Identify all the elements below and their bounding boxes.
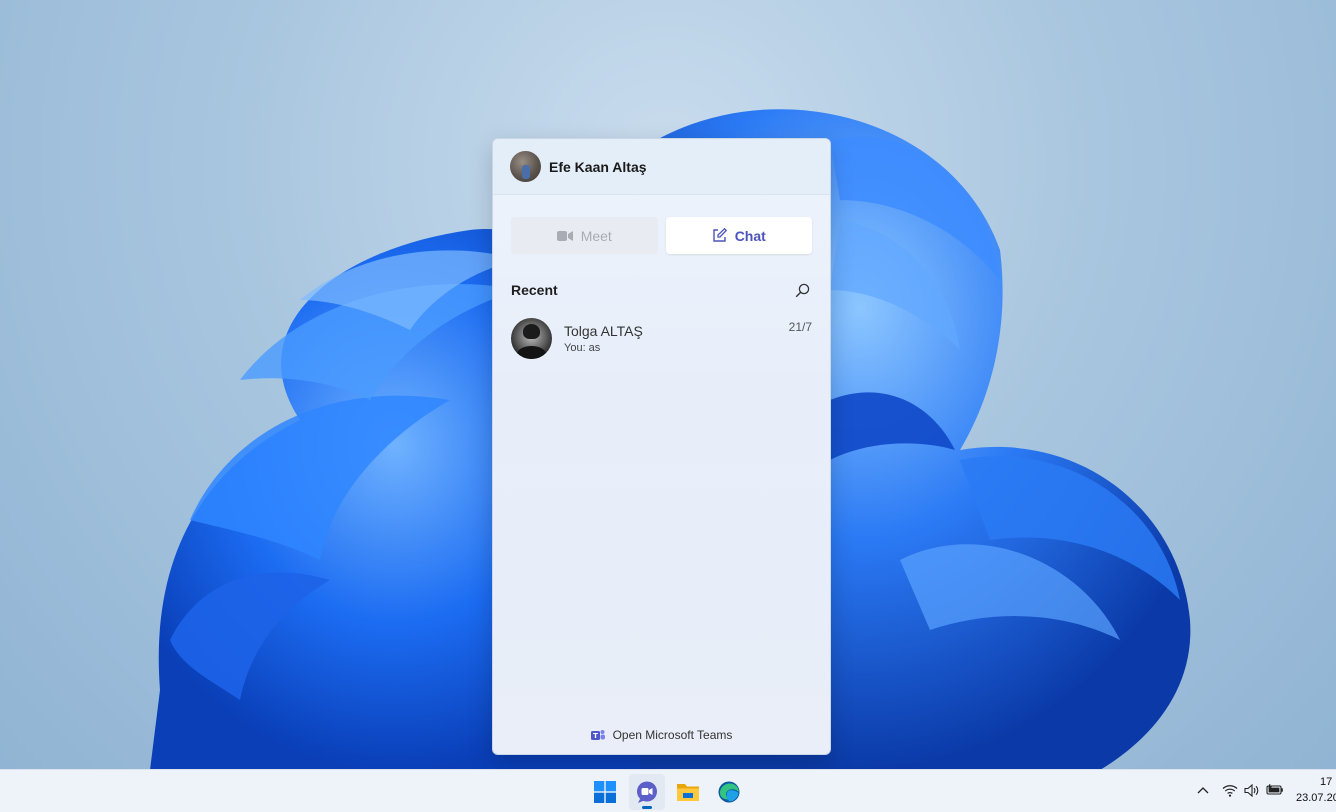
chat-flyout: Efe Kaan Altaş Meet Chat Recent Tolga AL… xyxy=(492,138,831,755)
contact-name: Tolga ALTAŞ xyxy=(564,323,643,339)
start-button[interactable] xyxy=(587,774,623,810)
flyout-header: Efe Kaan Altaş xyxy=(493,139,830,195)
file-explorer-icon xyxy=(677,784,699,801)
wifi-icon xyxy=(1222,784,1238,797)
svg-text:T: T xyxy=(593,732,598,740)
windows-start-icon xyxy=(594,781,616,803)
compose-icon xyxy=(712,228,727,242)
recent-title: Recent xyxy=(511,282,558,298)
user-avatar[interactable] xyxy=(510,151,541,182)
volume-button[interactable] xyxy=(1243,782,1259,798)
video-camera-icon xyxy=(556,230,573,241)
taskbar-clock[interactable]: 17 23.07.20 xyxy=(1296,774,1336,806)
open-teams-label: Open Microsoft Teams xyxy=(612,728,733,742)
conversation-text: Tolga ALTAŞ You: as xyxy=(564,323,643,354)
action-buttons: Meet Chat xyxy=(493,195,830,254)
teams-icon: T xyxy=(590,729,605,740)
clock-time: 17 xyxy=(1320,776,1333,788)
search-button[interactable] xyxy=(792,280,812,300)
battery-icon xyxy=(1266,784,1283,795)
open-teams-link[interactable]: T Open Microsoft Teams xyxy=(493,728,830,742)
taskbar: 17 23.07.20 xyxy=(0,769,1336,812)
volume-icon xyxy=(1243,783,1258,797)
message-preview: You: as xyxy=(564,342,601,354)
clock-date: 23.07.20 xyxy=(1296,792,1336,804)
conversation-date: 21/7 xyxy=(788,320,812,334)
conversation-item[interactable]: Tolga ALTAŞ You: as 21/7 xyxy=(493,318,830,359)
search-icon xyxy=(795,283,809,297)
taskbar-chat-button[interactable] xyxy=(629,774,665,810)
network-button[interactable] xyxy=(1221,782,1239,798)
edge-button[interactable] xyxy=(711,774,747,810)
edge-icon xyxy=(718,781,740,803)
new-chat-button[interactable]: Chat xyxy=(665,217,812,254)
chat-button-label: Chat xyxy=(734,227,766,244)
user-name: Efe Kaan Altaş xyxy=(549,158,647,175)
meet-button-label: Meet xyxy=(580,227,612,244)
teams-chat-icon xyxy=(637,781,657,803)
recent-header: Recent xyxy=(493,254,830,300)
file-explorer-button[interactable] xyxy=(670,774,706,810)
battery-button[interactable] xyxy=(1265,782,1285,798)
contact-avatar xyxy=(511,318,552,359)
chevron-up-icon xyxy=(1197,787,1209,794)
show-hidden-icons-button[interactable] xyxy=(1195,782,1211,798)
meet-button[interactable]: Meet xyxy=(511,217,658,254)
